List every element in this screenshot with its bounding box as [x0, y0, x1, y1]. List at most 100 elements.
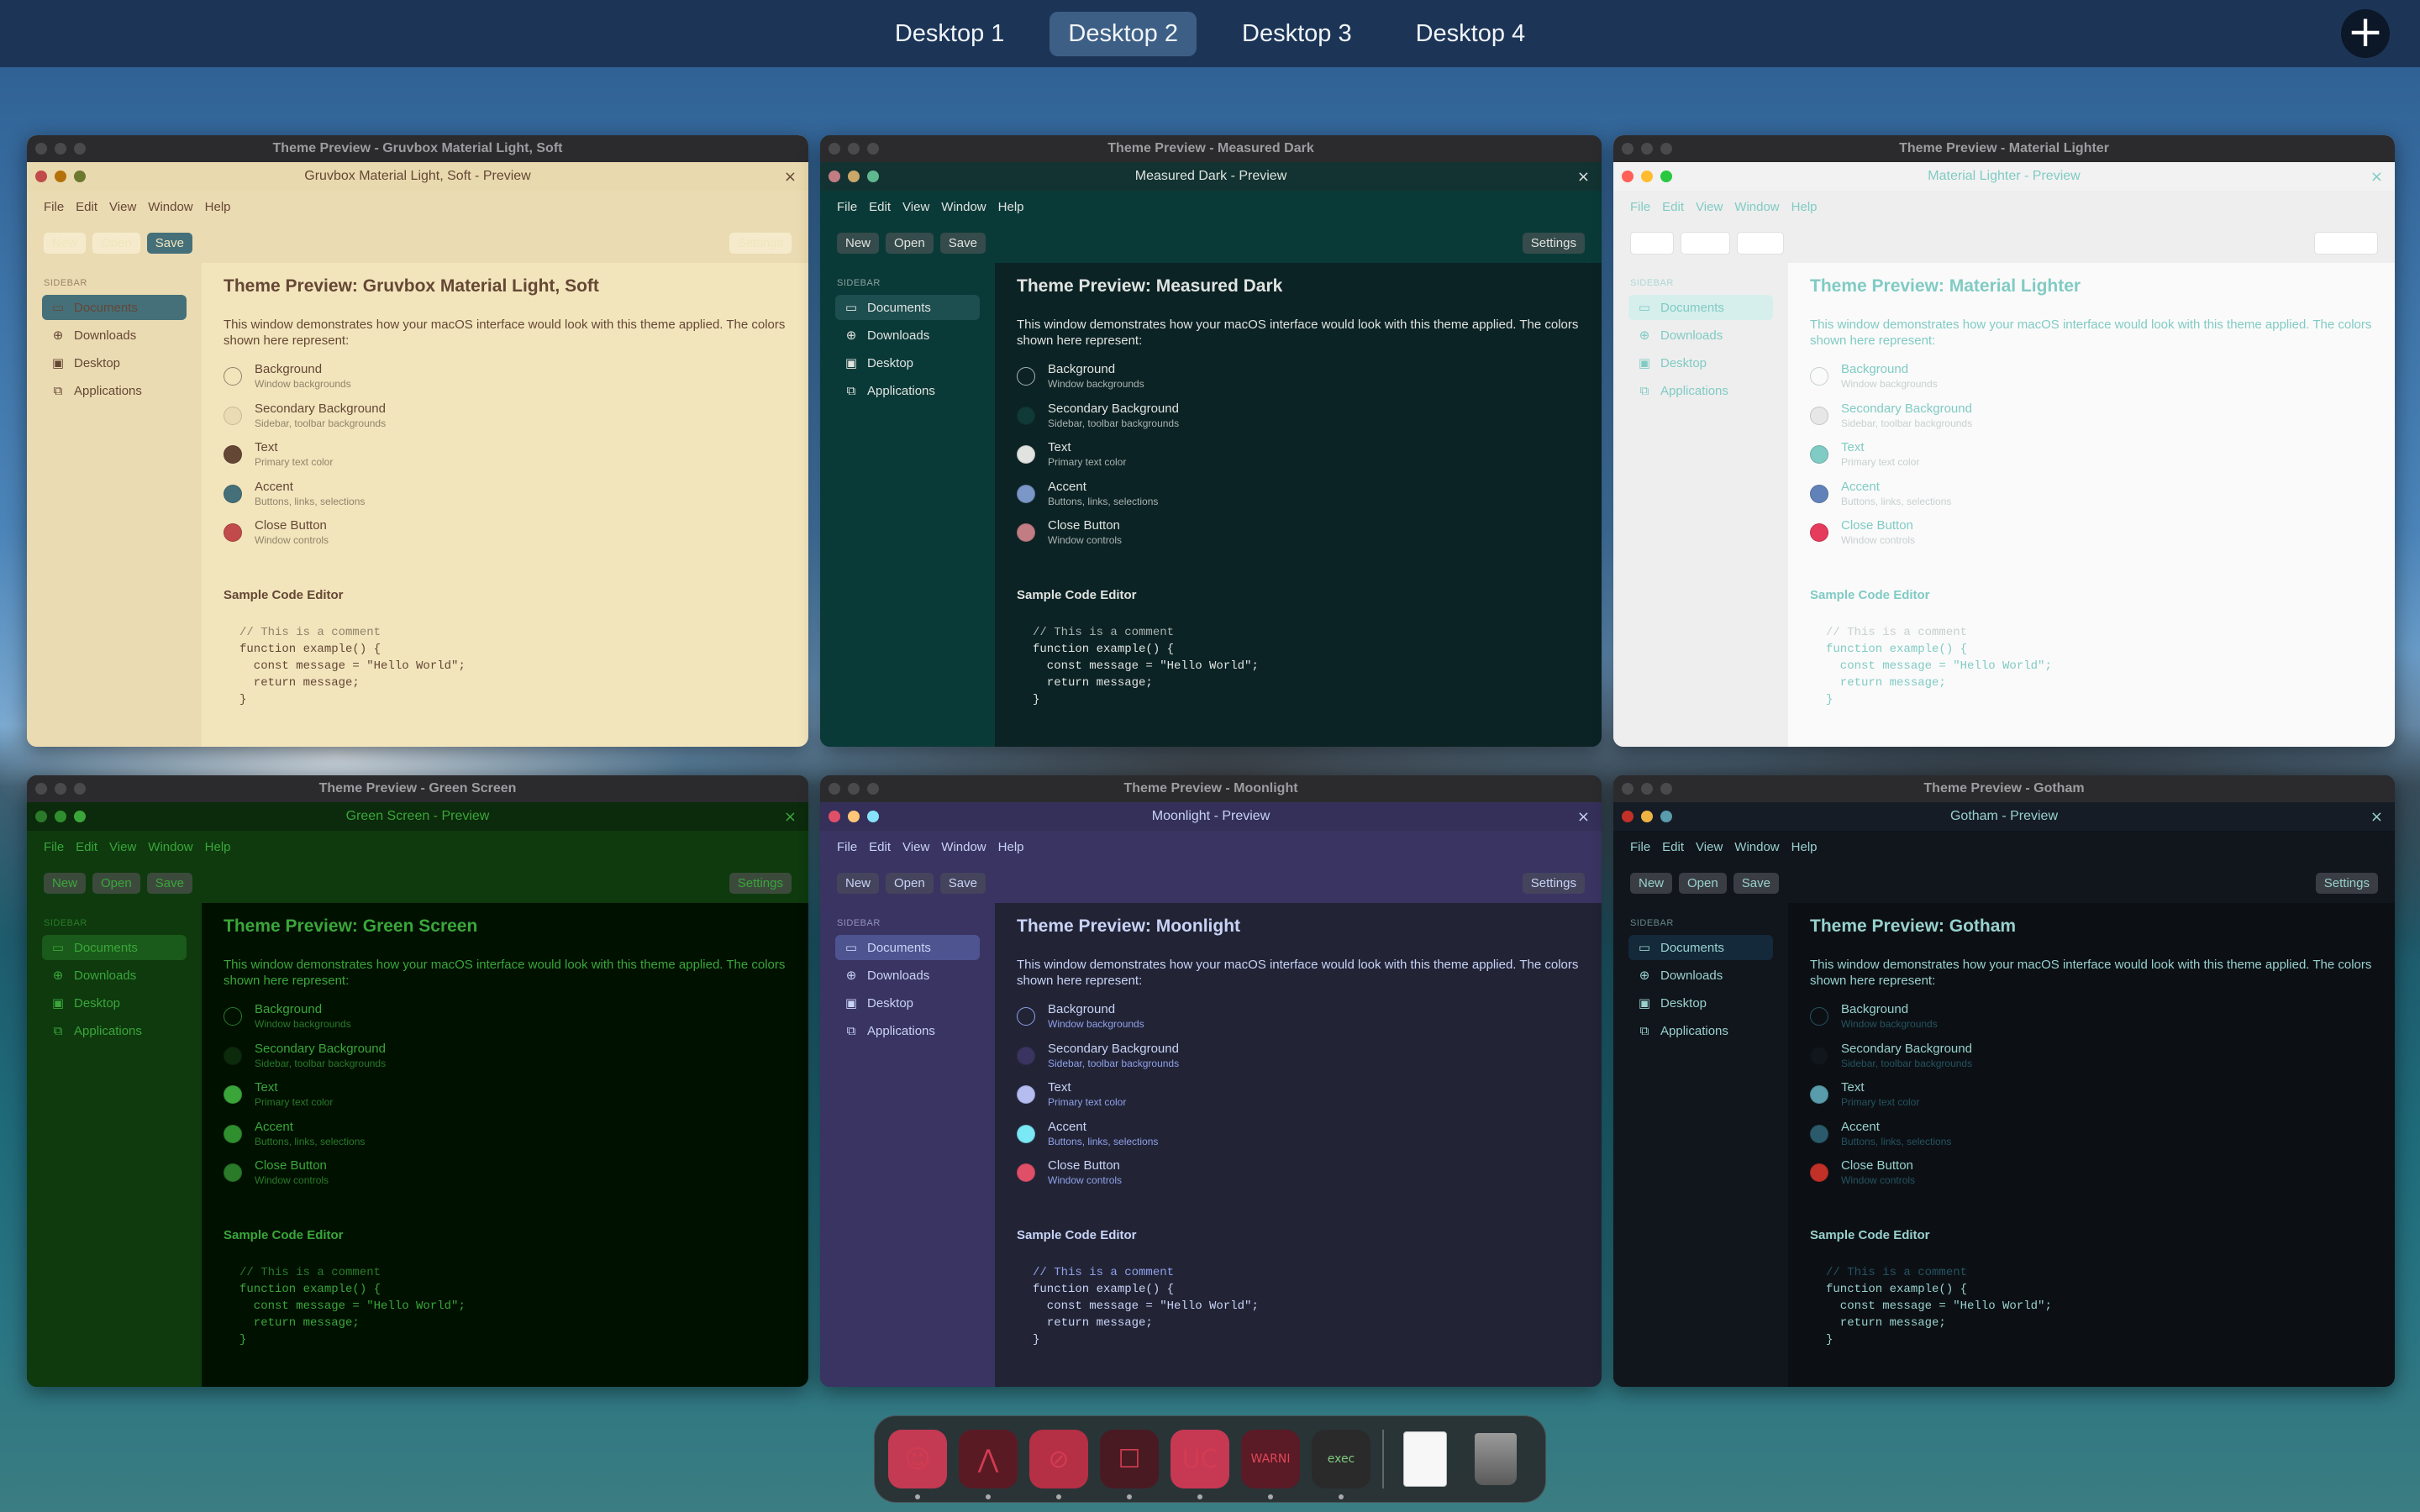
sidebar-item-applications[interactable]: ⧉ Applications	[42, 1018, 187, 1043]
menu-edit[interactable]: Edit	[1662, 200, 1684, 214]
safari-icon[interactable]: ⊘	[1029, 1430, 1088, 1499]
save-button[interactable]: Save	[146, 872, 192, 894]
outer-title-bar[interactable]: Theme Preview - Measured Dark	[820, 135, 1602, 162]
open-button[interactable]: Open	[886, 872, 934, 894]
menu-edit[interactable]: Edit	[76, 840, 97, 854]
sidebar-item-documents[interactable]: ▭ Documents	[42, 935, 187, 960]
close-button[interactable]	[829, 783, 840, 795]
menu-view[interactable]: View	[902, 840, 929, 854]
close-icon[interactable]: ×	[784, 808, 797, 826]
sidebar-item-desktop[interactable]: ▣ Desktop	[42, 350, 187, 375]
inner-close-button[interactable]	[1622, 171, 1634, 182]
outer-title-bar[interactable]: Theme Preview - Moonlight	[820, 775, 1602, 802]
outer-title-bar[interactable]: Theme Preview - Gruvbox Material Light, …	[27, 135, 808, 162]
inner-title-bar[interactable]: Gruvbox Material Light, Soft - Preview ×	[27, 162, 808, 191]
outer-title-bar[interactable]: Theme Preview - Green Screen	[27, 775, 808, 802]
zoom-button[interactable]	[74, 783, 86, 795]
atom-icon[interactable]: ⋀	[959, 1430, 1018, 1499]
sidebar-item-downloads[interactable]: ⊕ Downloads	[835, 963, 980, 988]
zoom-button[interactable]	[1660, 783, 1672, 795]
settings-button[interactable]: Settings	[729, 872, 792, 894]
close-button[interactable]	[1622, 143, 1634, 155]
close-icon[interactable]: ×	[1577, 168, 1590, 186]
zoom-button[interactable]	[74, 143, 86, 155]
sidebar-item-documents[interactable]: ▭ Documents	[835, 295, 980, 320]
close-icon[interactable]: ×	[2370, 808, 2383, 826]
sidebar-item-downloads[interactable]: ⊕ Downloads	[42, 323, 187, 348]
minimize-button[interactable]	[848, 783, 860, 795]
sidebar-item-applications[interactable]: ⧉ Applications	[42, 378, 187, 403]
save-button[interactable]: Save	[939, 872, 986, 894]
finder-icon[interactable]: ☺	[888, 1430, 947, 1499]
inner-minimize-button[interactable]	[848, 171, 860, 182]
sidebar-item-desktop[interactable]: ▣ Desktop	[835, 350, 980, 375]
sidebar-item-desktop[interactable]: ▣ Desktop	[1628, 350, 1773, 375]
console-icon[interactable]: WARNI	[1241, 1430, 1300, 1499]
menu-view[interactable]: View	[902, 200, 929, 214]
sidebar-item-downloads[interactable]: ⊕ Downloads	[835, 323, 980, 348]
settings-button[interactable]: Settings	[2313, 231, 2378, 255]
sidebar-item-applications[interactable]: ⧉ Applications	[835, 378, 980, 403]
save-button[interactable]: Save	[146, 232, 192, 254]
inner-close-button[interactable]	[829, 811, 840, 822]
inner-minimize-button[interactable]	[1641, 811, 1653, 822]
sidebar-item-documents[interactable]: ▭ Documents	[1628, 935, 1773, 960]
open-button[interactable]: Open	[886, 232, 934, 254]
close-button[interactable]	[35, 143, 47, 155]
open-button[interactable]: Open	[92, 232, 140, 254]
inner-title-bar[interactable]: Material Lighter - Preview ×	[1613, 162, 2395, 191]
minimize-button[interactable]	[848, 143, 860, 155]
new-button[interactable]: New	[1630, 872, 1673, 894]
close-icon[interactable]: ×	[1577, 808, 1590, 826]
inner-title-bar[interactable]: Gotham - Preview ×	[1613, 802, 2395, 831]
calendar-app-icon[interactable]: UC	[1171, 1430, 1229, 1499]
menu-window[interactable]: Window	[941, 840, 986, 854]
new-button[interactable]: New	[44, 232, 87, 254]
terminal-icon[interactable]: exec	[1312, 1430, 1370, 1499]
close-button[interactable]	[35, 783, 47, 795]
inner-zoom-button[interactable]	[1660, 811, 1672, 822]
menu-file[interactable]: File	[44, 840, 64, 854]
sidebar-item-downloads[interactable]: ⊕ Downloads	[1628, 323, 1773, 348]
sidebar-item-applications[interactable]: ⧉ Applications	[835, 1018, 980, 1043]
close-icon[interactable]: ×	[784, 168, 797, 186]
sidebar-item-documents[interactable]: ▭ Documents	[1628, 295, 1773, 320]
menu-view[interactable]: View	[1696, 200, 1723, 214]
document-icon[interactable]	[1396, 1430, 1455, 1488]
inner-minimize-button[interactable]	[55, 811, 66, 822]
minimize-button[interactable]	[55, 143, 66, 155]
menu-file[interactable]: File	[837, 200, 857, 214]
menu-window[interactable]: Window	[148, 200, 192, 214]
inner-zoom-button[interactable]	[1660, 171, 1672, 182]
inner-close-button[interactable]	[35, 811, 47, 822]
desktop-tab-1[interactable]: Desktop 1	[876, 12, 1023, 56]
menu-help[interactable]: Help	[1791, 840, 1818, 854]
inner-close-button[interactable]	[829, 171, 840, 182]
sidebar-item-downloads[interactable]: ⊕ Downloads	[42, 963, 187, 988]
settings-button[interactable]: Settings	[1522, 232, 1585, 254]
new-button[interactable]: New	[44, 872, 87, 894]
zoom-button[interactable]	[1660, 143, 1672, 155]
settings-button[interactable]: Settings	[729, 232, 792, 254]
sidebar-item-downloads[interactable]: ⊕ Downloads	[1628, 963, 1773, 988]
close-icon[interactable]: ×	[2370, 168, 2383, 186]
settings-button[interactable]: Settings	[2315, 872, 2378, 894]
sidebar-item-documents[interactable]: ▭ Documents	[835, 935, 980, 960]
menu-window[interactable]: Window	[941, 200, 986, 214]
menu-edit[interactable]: Edit	[76, 200, 97, 214]
desktop-tab-2[interactable]: Desktop 2	[1050, 11, 1197, 56]
sidebar-item-desktop[interactable]: ▣ Desktop	[42, 990, 187, 1016]
menu-file[interactable]: File	[837, 840, 857, 854]
inner-title-bar[interactable]: Moonlight - Preview ×	[820, 802, 1602, 831]
new-button[interactable]: New	[837, 232, 880, 254]
inner-minimize-button[interactable]	[55, 171, 66, 182]
menu-help[interactable]: Help	[205, 840, 231, 854]
save-button[interactable]: Save	[939, 232, 986, 254]
outer-title-bar[interactable]: Theme Preview - Material Lighter	[1613, 135, 2395, 162]
add-desktop-button[interactable]: +	[2341, 9, 2390, 58]
open-button[interactable]: Open	[1681, 231, 1730, 255]
minimize-button[interactable]	[1641, 783, 1653, 795]
inner-title-bar[interactable]: Measured Dark - Preview ×	[820, 162, 1602, 191]
outer-title-bar[interactable]: Theme Preview - Gotham	[1613, 775, 2395, 802]
robot-icon[interactable]: ☐	[1100, 1430, 1159, 1499]
